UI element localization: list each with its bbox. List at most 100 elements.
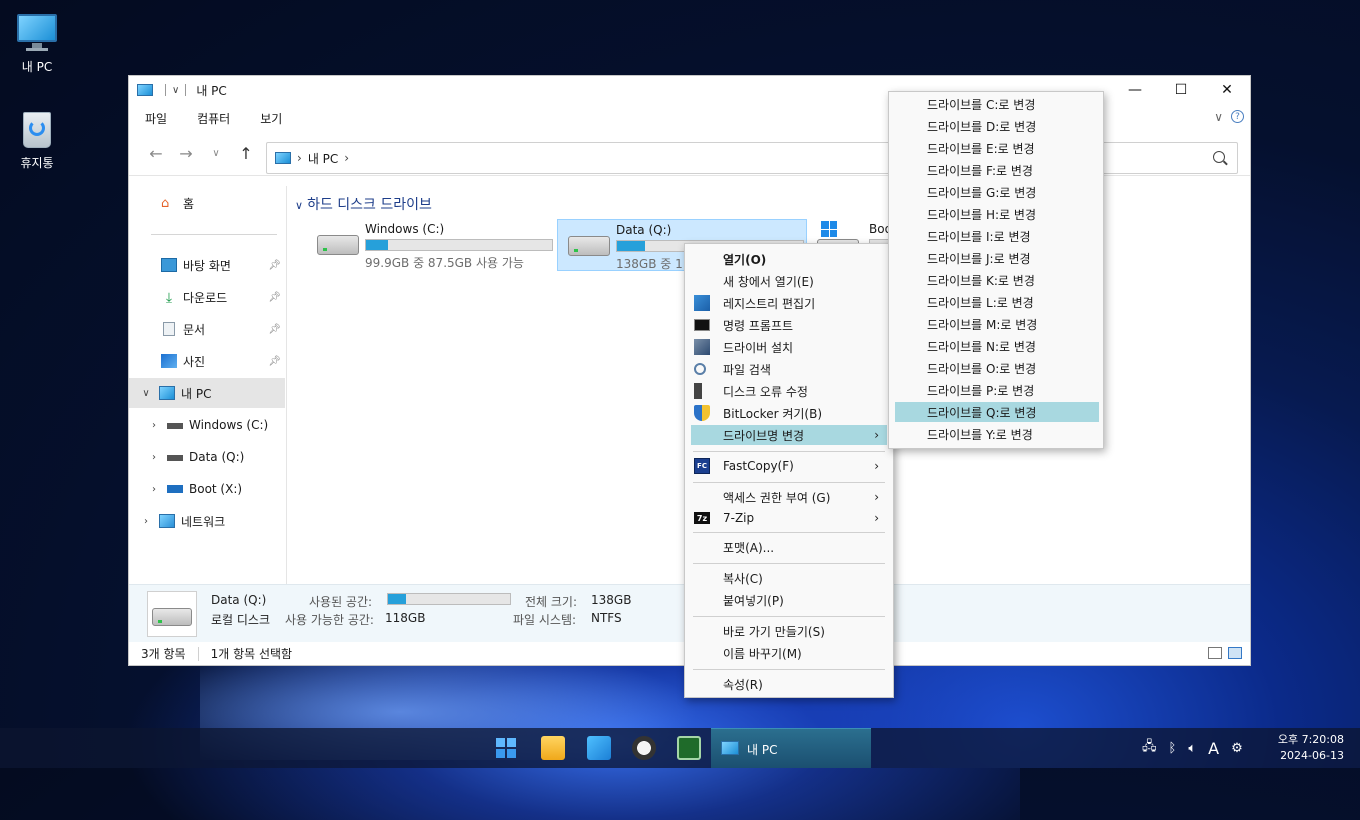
menu-file[interactable]: 파일	[145, 110, 167, 127]
menu-item-open-new-window[interactable]: 새 창에서 열기(E)	[691, 271, 887, 291]
submenu-item-drive-i[interactable]: 드라이브를 I:로 변경	[895, 226, 1099, 246]
menu-item-rename-drive[interactable]: 드라이브명 변경 ›	[691, 425, 887, 445]
menu-computer[interactable]: 컴퓨터	[197, 110, 230, 127]
large-icons-view-icon[interactable]	[1228, 647, 1242, 659]
menu-item-7zip[interactable]: 7z 7-Zip ›	[691, 508, 887, 528]
menu-item-format[interactable]: 포맷(A)...	[691, 537, 887, 557]
up-button[interactable]: ↑	[231, 144, 261, 163]
bluetooth-icon[interactable]: ᛒ	[1169, 741, 1177, 756]
submenu-item-drive-m[interactable]: 드라이브를 M:로 변경	[895, 314, 1099, 334]
taskbar-item-this-pc[interactable]: 내 PC	[711, 728, 871, 768]
menu-item-give-access[interactable]: 액세스 권한 부여 (G) ›	[691, 487, 887, 507]
recent-locations-button[interactable]: ∨	[201, 148, 231, 159]
menu-separator	[693, 451, 885, 452]
menu-item-paste[interactable]: 붙여넣기(P)	[691, 590, 887, 610]
drive-free-space: 138GB 중 11	[616, 257, 691, 271]
menu-view[interactable]: 보기	[260, 110, 282, 127]
details-view-icon[interactable]	[1208, 647, 1222, 659]
group-collapse-chevron-icon[interactable]: ∨	[295, 199, 303, 212]
submenu-item-drive-f[interactable]: 드라이브를 F:로 변경	[895, 160, 1099, 180]
help-icon[interactable]: ?	[1231, 110, 1244, 123]
menu-item-properties[interactable]: 속성(R)	[691, 674, 887, 694]
menu-item-disk-repair[interactable]: 디스크 오류 수정	[691, 381, 887, 401]
menu-item-file-search[interactable]: 파일 검색	[691, 359, 887, 379]
details-name: Data (Q:)	[211, 593, 267, 607]
boot-drive-icon	[167, 485, 183, 493]
menu-item-bitlocker[interactable]: BitLocker 켜기(B)	[691, 403, 887, 423]
selected-drive-icon	[147, 591, 197, 637]
breadcrumb-chevron-icon[interactable]: ›	[344, 151, 349, 165]
sidebar-item-documents[interactable]: 문서 📌︎	[129, 314, 285, 344]
sidebar-item-drive-x[interactable]: › Boot (X:)	[129, 474, 285, 504]
close-button[interactable]: ✕	[1204, 76, 1250, 104]
sidebar-item-network[interactable]: › 네트워크	[129, 506, 285, 536]
menu-item-driver-install[interactable]: 드라이버 설치	[691, 337, 887, 357]
group-header[interactable]: ∨ 하드 디스크 드라이브	[295, 194, 432, 214]
submenu-item-drive-n[interactable]: 드라이브를 N:로 변경	[895, 336, 1099, 356]
sidebar-item-home[interactable]: ⌂ 홈	[129, 188, 285, 218]
this-pc-taskbar-icon[interactable]	[587, 736, 611, 760]
sidebar-item-downloads[interactable]: ⤓ 다운로드 📌︎	[129, 282, 285, 312]
submenu-item-drive-p[interactable]: 드라이브를 P:로 변경	[895, 380, 1099, 400]
submenu-arrow-icon: ›	[874, 459, 879, 473]
menu-item-rename[interactable]: 이름 바꾸기(M)	[691, 643, 887, 663]
drive-tile-c[interactable]: Windows (C:) 99.9GB 중 87.5GB 사용 가능	[307, 219, 557, 271]
volume-icon[interactable]: 🔈︎	[1188, 741, 1196, 756]
file-explorer-icon[interactable]	[541, 736, 565, 760]
minimize-button[interactable]: —	[1112, 76, 1158, 104]
clock[interactable]: 오후 7:20:08 2024-06-13	[1278, 732, 1344, 764]
pin-icon[interactable]: 📌︎	[268, 260, 281, 271]
sidebar-item-pictures[interactable]: 사진 📌︎	[129, 346, 285, 376]
submenu-item-drive-q[interactable]: 드라이브를 Q:로 변경	[895, 402, 1099, 422]
collapsed-chevron-icon[interactable]: ›	[139, 516, 153, 527]
forward-button[interactable]: →	[171, 144, 201, 163]
submenu-item-drive-k[interactable]: 드라이브를 K:로 변경	[895, 270, 1099, 290]
drive-name: Windows (C:)	[365, 222, 445, 236]
menu-item-command-prompt[interactable]: 명령 프롬프트	[691, 315, 887, 335]
breadcrumb-this-pc[interactable]: 내 PC	[308, 150, 338, 167]
breadcrumb-chevron-icon[interactable]: ›	[297, 151, 302, 165]
collapsed-chevron-icon[interactable]: ›	[147, 452, 161, 463]
sidebar-item-drive-q[interactable]: › Data (Q:)	[129, 442, 285, 472]
menu-item-fastcopy[interactable]: FC FastCopy(F) ›	[691, 456, 887, 476]
settings-sliders-icon[interactable]: ⚙︎	[1231, 741, 1243, 756]
menu-item-create-shortcut[interactable]: 바로 가기 만들기(S)	[691, 621, 887, 641]
submenu-item-drive-e[interactable]: 드라이브를 E:로 변경	[895, 138, 1099, 158]
pin-icon[interactable]: 📌︎	[268, 292, 281, 303]
submenu-item-drive-j[interactable]: 드라이브를 J:로 변경	[895, 248, 1099, 268]
app-icon[interactable]	[632, 736, 656, 760]
quick-access-chevron-icon[interactable]: ∨	[172, 85, 179, 96]
network-icon[interactable]: 🖧︎	[1142, 737, 1157, 759]
hardware-info-icon[interactable]	[677, 736, 701, 760]
submenu-item-drive-o[interactable]: 드라이브를 O:로 변경	[895, 358, 1099, 378]
maximize-button[interactable]: ☐	[1158, 76, 1204, 104]
submenu-item-drive-d[interactable]: 드라이브를 D:로 변경	[895, 116, 1099, 136]
desktop-icon-this-pc[interactable]: 내 PC	[7, 12, 67, 75]
sidebar-item-desktop[interactable]: 바탕 화면 📌︎	[129, 250, 285, 280]
sidebar-item-this-pc[interactable]: ∨ 내 PC	[129, 378, 285, 408]
submenu-item-drive-y[interactable]: 드라이브를 Y:로 변경	[895, 424, 1099, 444]
fastcopy-icon: FC	[694, 458, 710, 474]
expanded-chevron-icon[interactable]: ∨	[139, 388, 153, 399]
ime-indicator[interactable]: A	[1208, 739, 1219, 758]
menu-item-copy[interactable]: 복사(C)	[691, 568, 887, 588]
collapsed-chevron-icon[interactable]: ›	[147, 420, 161, 431]
sidebar-item-drive-c[interactable]: › Windows (C:)	[129, 410, 285, 440]
submenu-item-drive-h[interactable]: 드라이브를 H:로 변경	[895, 204, 1099, 224]
pin-icon[interactable]: 📌︎	[268, 356, 281, 367]
pin-icon[interactable]: 📌︎	[268, 324, 281, 335]
this-pc-icon	[159, 386, 175, 400]
start-button[interactable]	[494, 736, 518, 760]
details-total-label: 전체 크기:	[525, 595, 578, 609]
desktop-icon-recycle-bin[interactable]: 휴지통	[7, 108, 67, 171]
search-icon[interactable]	[1213, 151, 1225, 163]
menu-item-open[interactable]: 열기(O)	[691, 249, 887, 269]
ribbon-expand-chevron-icon[interactable]: ∨	[1214, 110, 1223, 124]
magnifier-icon	[694, 363, 706, 375]
collapsed-chevron-icon[interactable]: ›	[147, 484, 161, 495]
menu-item-registry-editor[interactable]: 레지스트리 편집기	[691, 293, 887, 313]
submenu-item-drive-l[interactable]: 드라이브를 L:로 변경	[895, 292, 1099, 312]
back-button[interactable]: ←	[141, 144, 171, 163]
submenu-item-drive-g[interactable]: 드라이브를 G:로 변경	[895, 182, 1099, 202]
submenu-item-drive-c[interactable]: 드라이브를 C:로 변경	[895, 94, 1099, 114]
